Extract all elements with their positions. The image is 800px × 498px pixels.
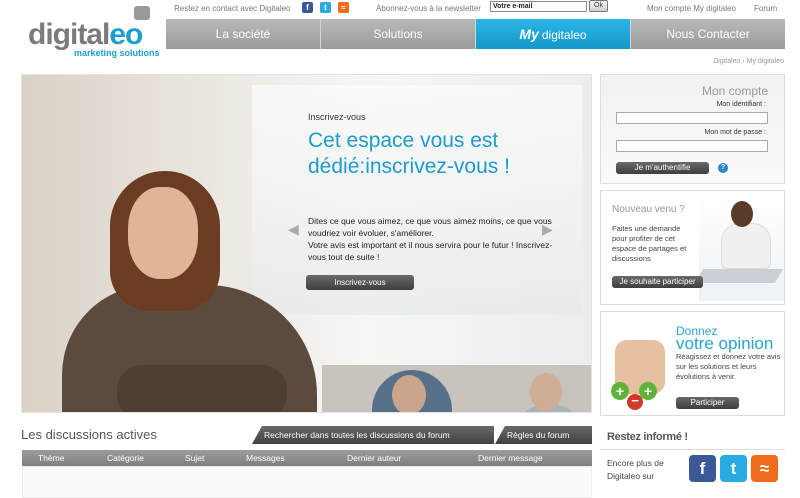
hero-background-person-head — [392, 375, 426, 412]
forum-search-tab[interactable]: Rechercher dans toutes les discussions d… — [252, 426, 494, 444]
opinion-panel: + + − Donnez votre opinion Réagissez et … — [600, 311, 785, 416]
minus-icon: − — [627, 394, 643, 410]
login-id-label: Mon identifiant : — [716, 101, 766, 108]
newsletter-label: Abonnez-vous à la newsletter — [376, 4, 481, 13]
login-panel: Mon compte Mon identifiant : Mon mot de … — [600, 74, 785, 184]
hero-eyebrow: Inscrivez-vous — [308, 112, 366, 122]
stay-informed-title: Restez informé ! — [607, 431, 688, 443]
column-last-message[interactable]: Dernier message — [478, 453, 543, 463]
column-subject[interactable]: Sujet — [185, 453, 204, 463]
nav-solutions[interactable]: Solutions — [321, 19, 476, 49]
hero-background-person-2-head — [530, 373, 562, 411]
column-theme[interactable]: Thème — [38, 453, 64, 463]
login-password-input[interactable] — [616, 140, 768, 152]
twitter-large-icon[interactable]: t — [720, 455, 747, 482]
nav-nous-contacter[interactable]: Nous Contacter — [631, 19, 785, 49]
newcomer-text: Faites une demande pour profiter de cet … — [612, 224, 687, 263]
logo-tagline: marketing solutions — [74, 48, 160, 58]
login-password-label: Mon mot de passe : — [704, 129, 766, 136]
opinion-participate-button[interactable]: Participer — [676, 397, 739, 409]
plus-icon: + — [611, 382, 629, 400]
newcomer-title: Nouveau venu ? — [612, 204, 685, 215]
nav-digitaleo-label: digitaleo — [541, 28, 587, 42]
facebook-icon[interactable]: f — [302, 2, 313, 13]
contact-text: Restez en contact avec Digitaleo — [174, 4, 291, 13]
newsletter-ok-button[interactable]: Ok — [589, 0, 608, 12]
discussions-table-body — [22, 466, 592, 498]
breadcrumb: Digitaleo › My digitaleo — [713, 58, 784, 65]
logo-wordmark: digitaleo — [28, 18, 143, 51]
newcomer-person — [721, 223, 771, 269]
login-id-input[interactable] — [616, 112, 768, 124]
discussions-table-header: Thème Catégorie Sujet Messages Dernier a… — [22, 450, 592, 466]
opinion-title-2: votre opinion — [676, 334, 774, 353]
hero-title: Cet espace vous est dédié:inscrivez-vous… — [308, 129, 510, 178]
newcomer-photo — [694, 195, 784, 301]
carousel-prev-icon[interactable]: ◀ — [288, 221, 299, 238]
newcomer-panel: Nouveau venu ? Faites une demande pour p… — [600, 190, 785, 305]
hero-banner: ◀ ▶ Inscrivez-vous Cet espace vous est d… — [21, 74, 592, 413]
facebook-large-icon[interactable]: f — [689, 455, 716, 482]
column-last-author[interactable]: Dernier auteur — [347, 453, 401, 463]
nav-la-societe[interactable]: La société — [166, 19, 321, 49]
hero-body-line-2: Votre avis est important et il nous serv… — [308, 240, 553, 262]
rss-large-icon[interactable]: ≈ — [751, 455, 778, 482]
nav-my-digitaleo[interactable]: My digitaleo — [476, 19, 631, 49]
newsletter-email-input[interactable]: Votre e-mail — [490, 1, 587, 12]
stay-informed-panel: Encore plus de Digitaleo sur f t ≈ — [600, 449, 785, 495]
hero-body-line-1: Dites ce que vous aimez, ce que vous aim… — [308, 216, 552, 238]
nav-my-label: My — [519, 26, 539, 42]
stay-informed-text: Encore plus de Digitaleo sur — [607, 458, 664, 481]
column-category[interactable]: Catégorie — [107, 453, 144, 463]
opinion-text: Réagissez et donnez votre avis sur les s… — [676, 352, 781, 381]
newcomer-laptop — [694, 269, 784, 283]
newcomer-participate-button[interactable]: Je souhaite participer — [612, 276, 703, 288]
column-messages[interactable]: Messages — [246, 453, 285, 463]
login-submit-button[interactable]: Je m'authentifie — [616, 162, 709, 174]
forum-rules-tab[interactable]: Règles du forum — [495, 426, 592, 444]
discussions-title: Les discussions actives — [21, 427, 157, 442]
rss-icon[interactable]: ≈ — [338, 2, 349, 13]
hero-woman-face — [128, 187, 198, 279]
twitter-icon[interactable]: t — [320, 2, 331, 13]
newcomer-person-head — [731, 201, 753, 227]
hero-signup-button[interactable]: Inscrivez-vous — [306, 275, 414, 290]
account-link[interactable]: Mon compte My digitaleo — [647, 4, 736, 13]
forum-link[interactable]: Forum — [754, 4, 777, 13]
login-title: Mon compte — [701, 84, 768, 98]
hero-woman-arms — [117, 365, 287, 412]
help-icon[interactable]: ? — [718, 163, 728, 173]
digitaleo-logo[interactable]: digitaleo marketing solutions — [28, 6, 168, 60]
hero-body: Dites ce que vous aimez, ce que vous aim… — [308, 215, 553, 263]
main-nav: La société Solutions My digitaleo Nous Co… — [166, 19, 785, 49]
hero-background-window — [252, 85, 582, 315]
